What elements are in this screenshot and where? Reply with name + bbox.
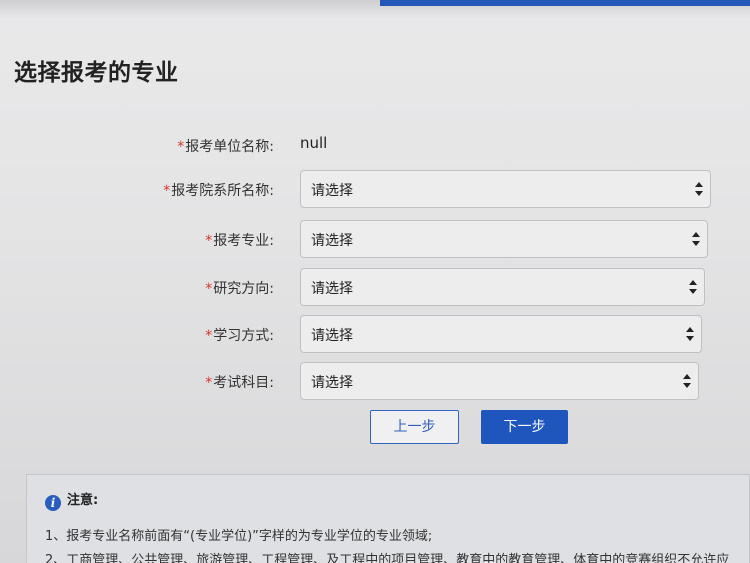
study-mode-select-value: 请选择	[311, 328, 353, 344]
notice-line-1: 1、报考专业名称前面有“(专业学位)”字样的为专业学位的专业领域;	[45, 529, 433, 544]
exam-subjects-select[interactable]: 请选择	[300, 362, 699, 400]
required-mark: *	[163, 183, 171, 199]
research-direction-select-value: 请选择	[311, 281, 353, 297]
notice-panel: i 注意: 1、报考专业名称前面有“(专业学位)”字样的为专业学位的专业领域; 2…	[26, 474, 750, 563]
notice-heading-text: 注意:	[67, 493, 99, 508]
sort-arrows-icon	[692, 232, 700, 246]
department-select-value: 请选择	[311, 183, 353, 199]
info-icon: i	[45, 495, 61, 511]
unit-label: *报考单位名称:	[177, 136, 274, 156]
prev-step-button[interactable]: 上一步	[370, 410, 459, 444]
study-mode-label-text: 学习方式:	[213, 328, 274, 344]
major-select-value: 请选择	[311, 233, 353, 249]
department-label-text: 报考院系所名称:	[171, 183, 274, 199]
form-row-unit: *报考单位名称: null	[0, 126, 750, 168]
next-step-button[interactable]: 下一步	[481, 410, 568, 444]
sort-arrows-icon	[686, 327, 694, 341]
exam-subjects-select-value: 请选择	[311, 375, 353, 391]
notice-line-2: 2、工商管理、公共管理、旅游管理、工程管理、及工程中的项目管理、教育中的教育管理…	[45, 553, 730, 563]
screen: 选择报考的专业 *报考单位名称: null *报考院系所名称: 请选择 *报考专…	[0, 0, 750, 563]
unit-value: null	[300, 134, 328, 152]
form-row-exam-subjects: *考试科目: 请选择	[0, 362, 750, 404]
major-label-text: 报考专业:	[213, 233, 274, 249]
sort-arrows-icon	[683, 374, 691, 388]
top-strip	[0, 0, 750, 18]
major-select[interactable]: 请选择	[300, 220, 708, 258]
form-row-major: *报考专业: 请选择	[0, 220, 750, 262]
required-mark: *	[205, 233, 213, 249]
exam-subjects-label: *考试科目:	[205, 372, 274, 392]
page-title: 选择报考的专业	[14, 60, 179, 86]
form-row-department: *报考院系所名称: 请选择	[0, 170, 750, 212]
sort-arrows-icon	[695, 182, 703, 196]
department-label: *报考院系所名称:	[163, 180, 274, 200]
required-mark: *	[205, 281, 213, 297]
research-direction-select[interactable]: 请选择	[300, 268, 705, 306]
study-mode-select[interactable]: 请选择	[300, 315, 702, 353]
notice-heading: i 注意:	[45, 489, 98, 511]
form-row-research-direction: *研究方向: 请选择	[0, 268, 750, 310]
research-direction-label: *研究方向:	[205, 278, 274, 298]
study-mode-label: *学习方式:	[205, 325, 274, 345]
sort-arrows-icon	[689, 280, 697, 294]
header-bar	[380, 0, 750, 6]
required-mark: *	[205, 375, 213, 391]
research-direction-label-text: 研究方向:	[213, 281, 274, 297]
department-select[interactable]: 请选择	[300, 170, 711, 208]
required-mark: *	[177, 139, 185, 155]
major-label: *报考专业:	[205, 230, 274, 250]
form-row-study-mode: *学习方式: 请选择	[0, 315, 750, 357]
required-mark: *	[205, 328, 213, 344]
unit-label-text: 报考单位名称:	[185, 139, 274, 155]
exam-subjects-label-text: 考试科目:	[213, 375, 274, 391]
